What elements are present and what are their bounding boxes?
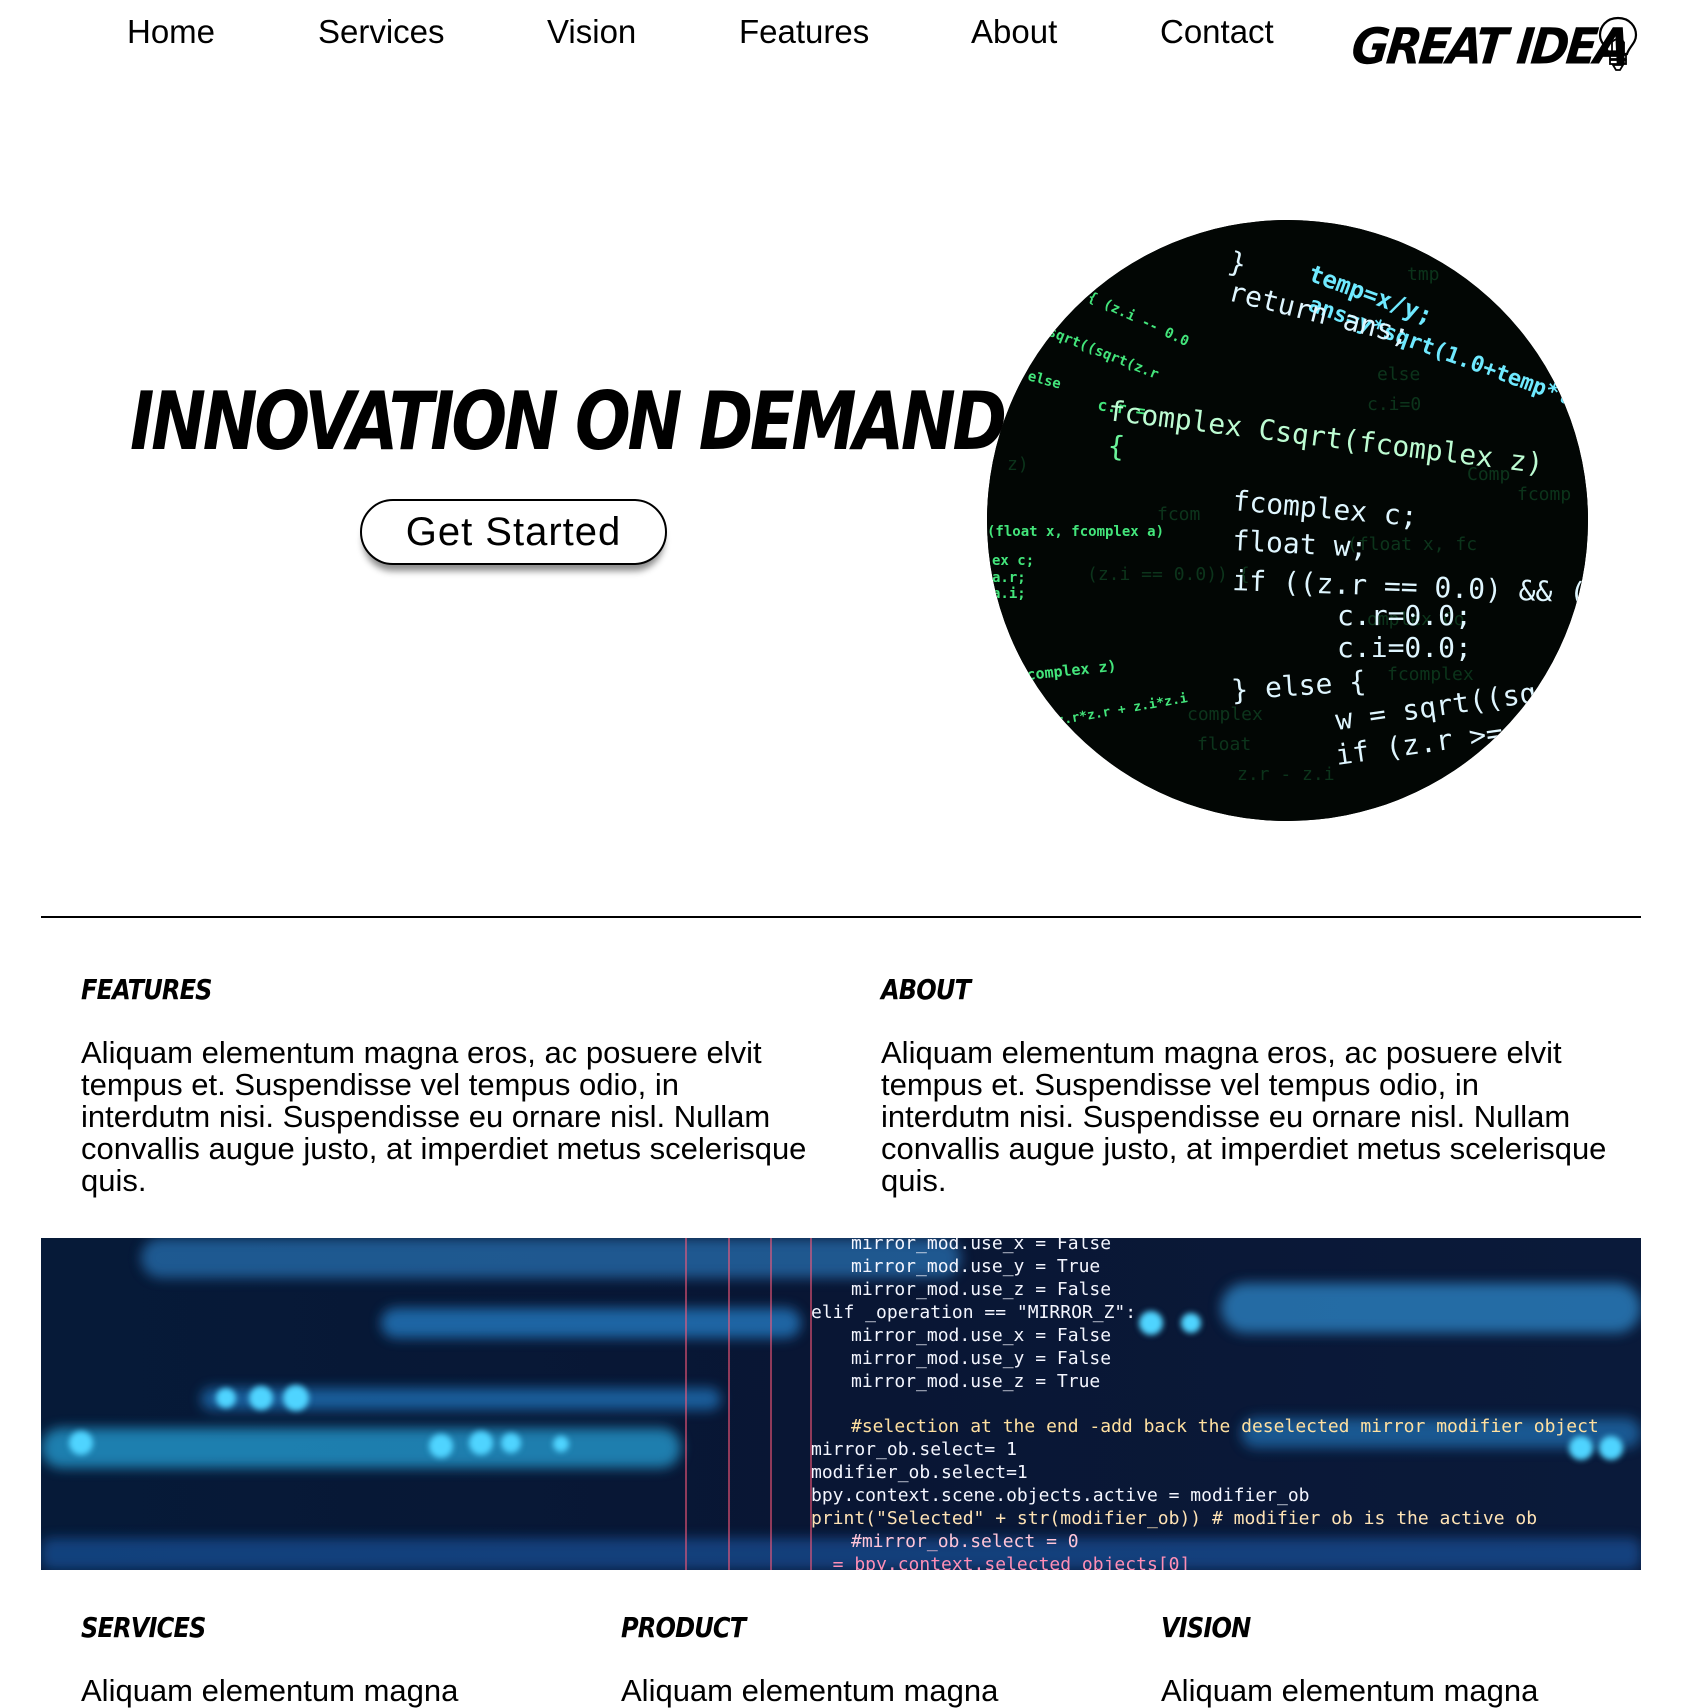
svg-text:#mirror_ob.select = 0: #mirror_ob.select = 0 xyxy=(851,1531,1079,1552)
svg-text:c.r=0.0;: c.r=0.0; xyxy=(1337,599,1472,632)
svg-text:#selection at the end -add bac: #selection at the end -add back the dese… xyxy=(851,1416,1599,1437)
nav-home-link[interactable]: Home xyxy=(127,12,215,52)
svg-text:mirror_mod.use_y = True: mirror_mod.use_y = True xyxy=(851,1256,1100,1277)
hero-title: INNOVATION ON DEMAND xyxy=(130,375,1007,468)
svg-text:{: { xyxy=(1106,429,1126,463)
get-started-button[interactable]: Get Started xyxy=(360,499,667,565)
lightbulb-icon xyxy=(1598,16,1638,71)
svg-text:bpy.context.scene.objects.acti: bpy.context.scene.objects.active = modif… xyxy=(811,1485,1310,1506)
brand-logo-text: GREAT IDEA xyxy=(1348,16,1631,76)
about-body: Aliquam elementum magna eros, ac posuere… xyxy=(881,1035,1607,1198)
vision-body: Aliquam elementum magna xyxy=(1161,1673,1539,1708)
svg-text:(float x, fcomplex a): (float x, fcomplex a) xyxy=(987,524,1164,540)
svg-text:else: else xyxy=(1377,364,1420,385)
svg-text:a.r;: a.r; xyxy=(992,570,1026,586)
svg-text:mirror_ob.select= 1: mirror_ob.select= 1 xyxy=(811,1439,1017,1460)
svg-text:z.r - z.i: z.r - z.i xyxy=(1237,764,1335,785)
svg-text:complex: complex xyxy=(1187,704,1263,725)
svg-text:float: float xyxy=(1197,734,1251,755)
services-heading: SERVICES xyxy=(81,1611,206,1644)
features-body: Aliquam elementum magna eros, ac posuere… xyxy=(81,1035,807,1198)
code-banner-graphic: mirror_mod.use_x = False mirror_mod.use_… xyxy=(41,1238,1641,1570)
about-heading: ABOUT xyxy=(881,973,971,1006)
svg-text:mirror_mod.use_x = False: mirror_mod.use_x = False xyxy=(851,1325,1111,1346)
svg-text:fcomplex: fcomplex xyxy=(1387,664,1474,685)
svg-text:modifier_ob.select=1: modifier_ob.select=1 xyxy=(811,1462,1028,1483)
svg-text:z): z) xyxy=(1007,454,1029,475)
svg-text:_ = bpy.context.selected_objec: _ = bpy.context.selected_objects[0] xyxy=(811,1554,1190,1570)
svg-text:elif _operation == "MIRROR_Z":: elif _operation == "MIRROR_Z": xyxy=(811,1302,1136,1323)
svg-text:ex c;: ex c; xyxy=(992,553,1034,569)
svg-text:a.i;: a.i; xyxy=(992,586,1026,602)
svg-text:print("Selected" + str(modifie: print("Selected" + str(modifier_ob)) # m… xyxy=(811,1508,1537,1529)
code-screen-image: tmp else c.i=0 Comp fcomp fcom (float x,… xyxy=(987,220,1588,821)
svg-text:(z.i == 0.0)) {: (z.i == 0.0)) { xyxy=(1087,564,1250,585)
nav-contact-link[interactable]: Contact xyxy=(1160,12,1274,52)
services-body: Aliquam elementum magna xyxy=(81,1673,459,1708)
svg-text:mirror_mod.use_z = True: mirror_mod.use_z = True xyxy=(851,1371,1100,1392)
svg-text:mirror_mod.use_z = False: mirror_mod.use_z = False xyxy=(851,1279,1111,1300)
nav-vision-link[interactable]: Vision xyxy=(547,12,636,52)
product-heading: PRODUCT xyxy=(621,1611,746,1644)
svg-text:float w;: float w; xyxy=(1232,524,1368,564)
brand-logo[interactable]: GREAT IDEA xyxy=(1348,12,1642,76)
svg-text:c.i=0.0;: c.i=0.0; xyxy=(1337,631,1472,664)
nav-services-link[interactable]: Services xyxy=(318,12,445,52)
code-banner-image: mirror_mod.use_x = False mirror_mod.use_… xyxy=(41,1238,1641,1570)
features-heading: FEATURES xyxy=(81,973,213,1006)
top-navigation: Home Services Vision Features About Cont… xyxy=(0,0,1696,90)
hero-code-image: tmp else c.i=0 Comp fcomp fcom (float x,… xyxy=(987,220,1588,821)
svg-text:fcom: fcom xyxy=(1157,504,1200,525)
product-body: Aliquam elementum magna xyxy=(621,1673,999,1708)
svg-text:c.i=0: c.i=0 xyxy=(1367,394,1421,415)
nav-features-link[interactable]: Features xyxy=(739,12,869,52)
svg-text:tmp: tmp xyxy=(1407,264,1440,285)
vision-heading: VISION xyxy=(1161,1611,1251,1644)
section-divider xyxy=(41,916,1641,918)
svg-text:mirror_mod.use_x = False: mirror_mod.use_x = False xyxy=(851,1238,1111,1254)
nav-about-link[interactable]: About xyxy=(971,12,1057,52)
svg-text:fcomp: fcomp xyxy=(1517,484,1571,505)
svg-text:mirror_mod.use_y = False: mirror_mod.use_y = False xyxy=(851,1348,1111,1369)
